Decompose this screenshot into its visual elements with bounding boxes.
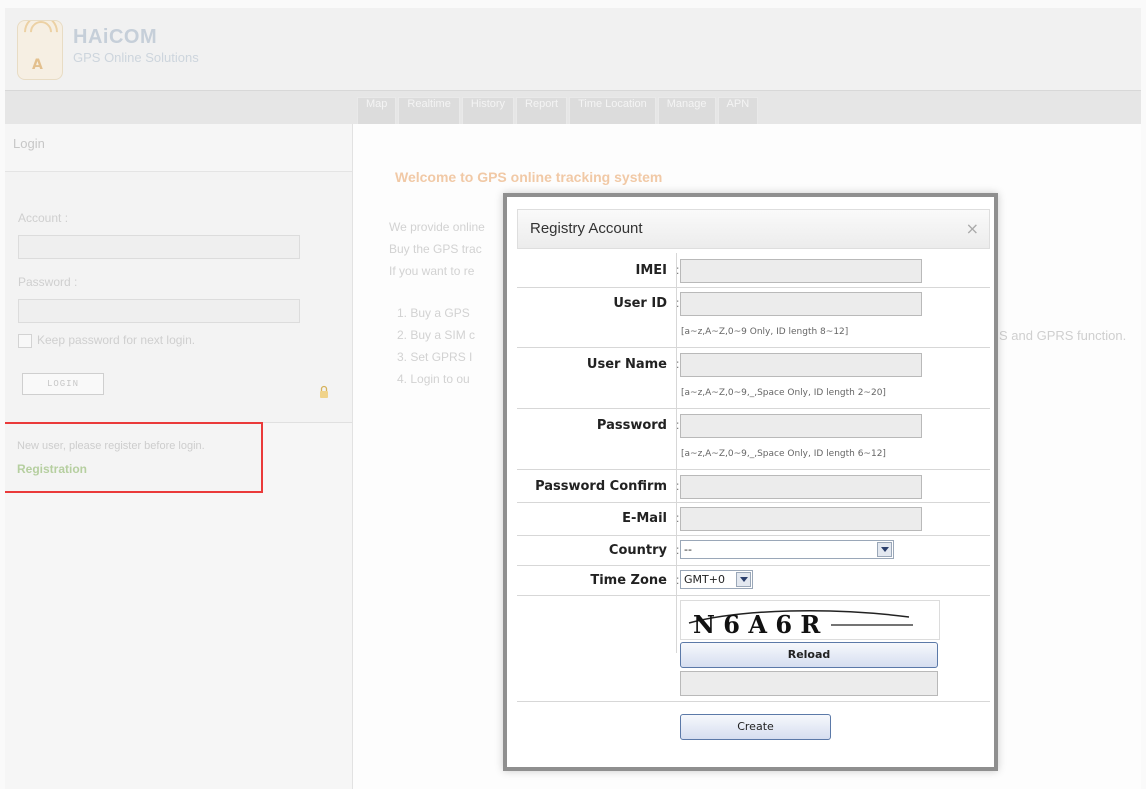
register-note: New user, please register before login.	[17, 440, 205, 452]
country-value: --	[684, 543, 692, 556]
row-divider	[517, 347, 990, 348]
intro-line: If you want to re	[389, 264, 475, 278]
colon: :	[676, 263, 680, 277]
imei-label: IMEI	[635, 263, 668, 278]
chevron-down-icon[interactable]	[877, 542, 892, 557]
row-divider	[517, 565, 990, 566]
captcha-image: N 6 A 6 R	[680, 600, 940, 640]
country-select[interactable]: --	[680, 540, 894, 559]
tab-apn[interactable]: APN	[717, 97, 759, 125]
reload-button[interactable]: Reload	[680, 642, 938, 668]
dialog-title: Registry Account	[530, 220, 643, 237]
keep-password-checkbox[interactable]	[18, 334, 32, 348]
user-id-label: User ID	[613, 296, 667, 311]
step-item: 3. Set GPRS I	[397, 350, 473, 364]
email-label: E-Mail	[622, 511, 667, 526]
colon: :	[676, 543, 680, 557]
dialog-header: Registry Account ×	[517, 209, 990, 249]
nav-tabs: Map Realtime History Report Time Locatio…	[357, 97, 759, 125]
navbar: Map Realtime History Report Time Locatio…	[5, 90, 1141, 125]
registry-account-dialog: Registry Account × IMEI : User ID : [a~z…	[503, 193, 998, 771]
password-input[interactable]	[18, 299, 300, 323]
registration-link[interactable]: Registration	[17, 462, 87, 476]
registration-box: New user, please register before login. …	[5, 422, 263, 493]
captcha-input[interactable]	[680, 671, 938, 696]
row-divider	[517, 502, 990, 503]
time-zone-value: GMT+0	[684, 573, 725, 586]
password-label: Password :	[18, 275, 78, 289]
step-item: 2. Buy a SIM c	[397, 328, 476, 342]
colon: :	[676, 479, 680, 493]
password-label: Password	[596, 418, 667, 433]
tab-manage[interactable]: Manage	[657, 97, 716, 125]
haicom-logo-icon: A	[17, 20, 63, 80]
captcha-text: N 6 A 6 R	[693, 610, 821, 639]
intro-line: Buy the GPS trac	[389, 242, 482, 256]
colon: :	[676, 296, 680, 310]
tab-map[interactable]: Map	[357, 97, 397, 125]
gprs-text: S and GPRS function.	[999, 328, 1127, 343]
imei-input[interactable]	[680, 259, 922, 283]
user-id-input[interactable]	[680, 292, 922, 316]
lock-icon	[320, 385, 328, 398]
brand-name: HAiCOM	[73, 26, 158, 48]
tab-realtime[interactable]: Realtime	[398, 97, 460, 125]
user-id-hint: [a~z,A~Z,0~9 Only, ID length 8~12]	[681, 327, 849, 337]
user-name-input[interactable]	[680, 353, 922, 377]
colon: :	[676, 357, 680, 371]
user-name-hint: [a~z,A~Z,0~9,_,Space Only, ID length 2~2…	[681, 388, 886, 398]
login-sidebar: Login Account : Password : Keep password…	[5, 124, 353, 789]
login-button[interactable]: LOGIN	[22, 373, 104, 395]
country-label: Country	[608, 543, 667, 558]
welcome-title: Welcome to GPS online tracking system	[395, 169, 663, 185]
row-divider	[517, 595, 990, 596]
colon: :	[676, 418, 680, 432]
password-confirm-label: Password Confirm	[535, 479, 667, 494]
close-icon[interactable]: ×	[966, 219, 979, 238]
row-divider	[517, 408, 990, 409]
chevron-down-icon[interactable]	[736, 572, 751, 587]
tab-history[interactable]: History	[461, 97, 515, 125]
account-label: Account :	[18, 211, 69, 225]
row-divider	[517, 287, 990, 288]
login-panel: Account : Password : Keep password for n…	[5, 172, 352, 423]
brand-subtitle: GPS Online Solutions	[73, 50, 199, 65]
row-divider	[517, 701, 990, 702]
time-zone-label: Time Zone	[590, 573, 667, 588]
email-input[interactable]	[680, 507, 922, 531]
time-zone-select[interactable]: GMT+0	[680, 570, 753, 589]
user-name-label: User Name	[586, 357, 667, 372]
account-input[interactable]	[18, 235, 300, 259]
captcha-graphic: N 6 A 6 R	[688, 610, 913, 639]
colon: :	[676, 511, 680, 525]
password-confirm-input[interactable]	[680, 475, 922, 499]
colon: :	[676, 573, 680, 587]
tab-report[interactable]: Report	[516, 97, 568, 125]
password-input[interactable]	[680, 414, 922, 438]
password-hint: [a~z,A~Z,0~9,_,Space Only, ID length 6~1…	[681, 449, 886, 459]
create-button[interactable]: Create	[680, 714, 831, 740]
header: A HAiCOM GPS Online Solutions	[5, 8, 1141, 90]
keep-password-label: Keep password for next login.	[37, 333, 196, 347]
row-divider	[517, 535, 990, 536]
row-divider	[517, 469, 990, 470]
step-item: 4. Login to ou	[397, 372, 470, 386]
step-item: 1. Buy a GPS	[397, 306, 470, 320]
intro-line: We provide online	[389, 220, 485, 234]
tab-time-location[interactable]: Time Location	[569, 97, 656, 125]
login-title: Login	[5, 136, 352, 172]
form-column-divider	[676, 253, 677, 653]
